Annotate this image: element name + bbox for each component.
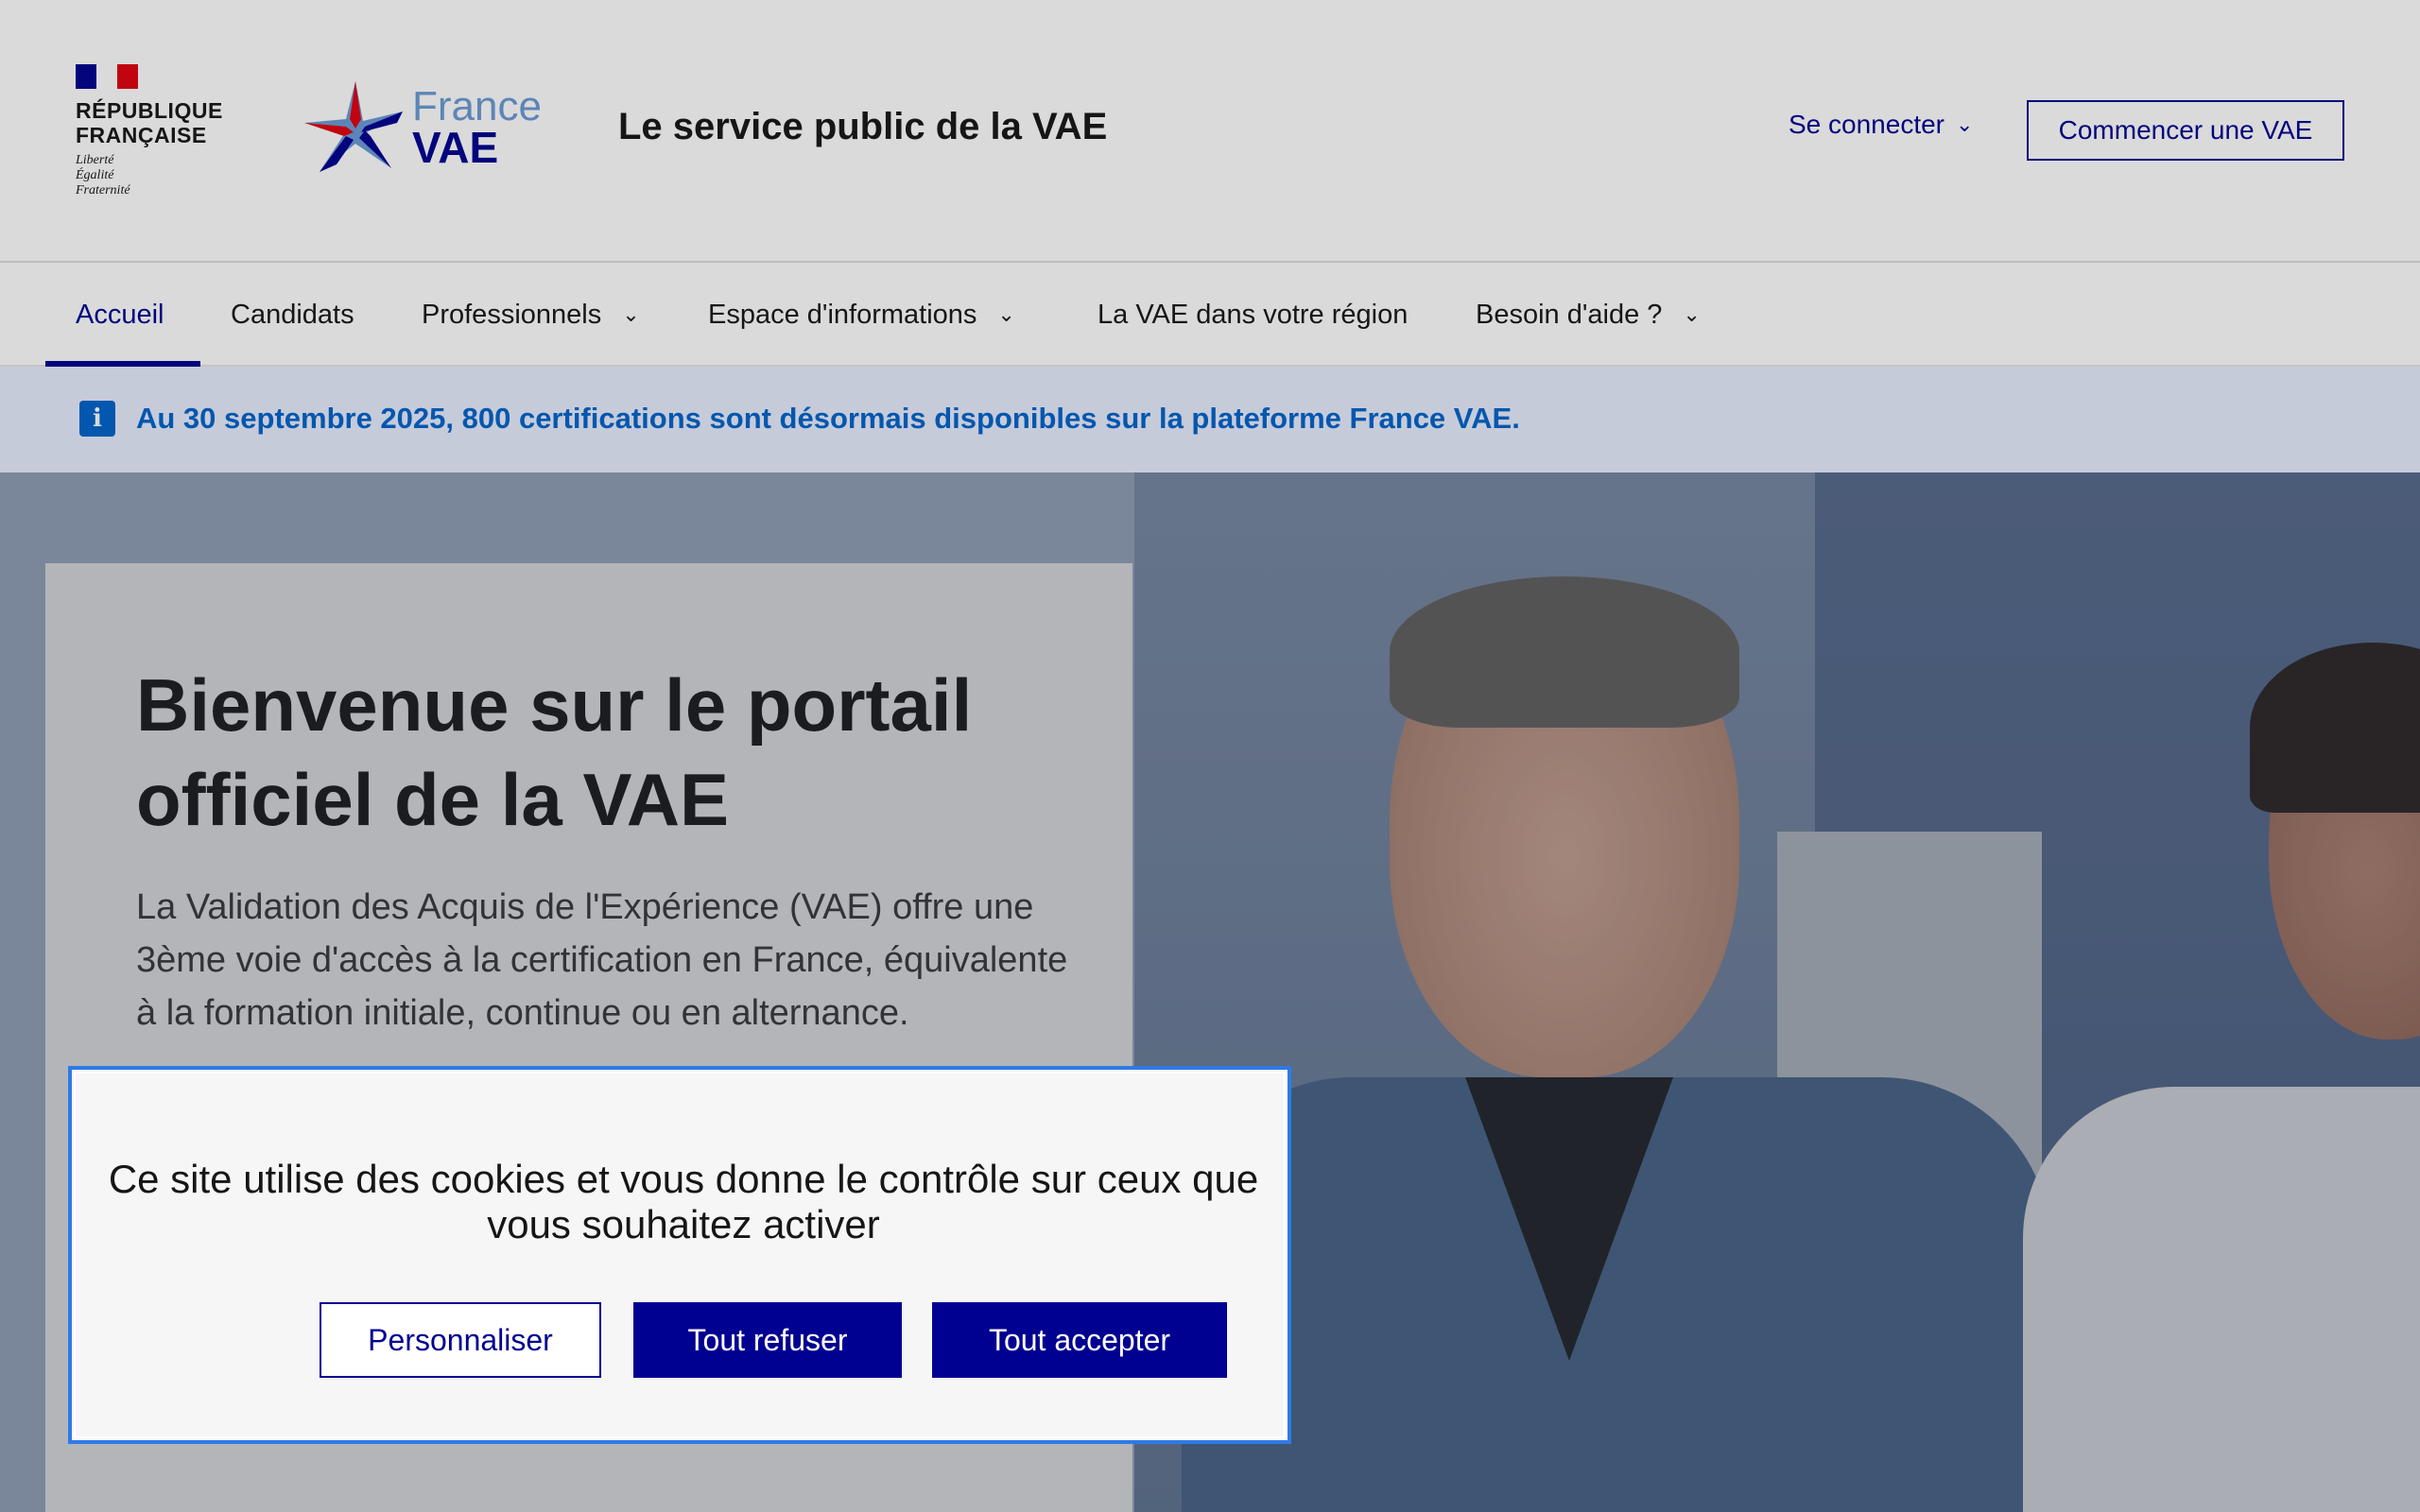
refuse-all-cookies-button[interactable]: Tout refuser xyxy=(633,1302,902,1378)
cookie-consent-banner: Ce site utilise des cookies et vous donn… xyxy=(68,1066,1291,1444)
customize-cookies-button[interactable]: Personnaliser xyxy=(320,1302,601,1378)
accept-all-cookies-button[interactable]: Tout accepter xyxy=(932,1302,1227,1378)
cookie-message: Ce site utilise des cookies et vous donn… xyxy=(108,1157,1259,1246)
